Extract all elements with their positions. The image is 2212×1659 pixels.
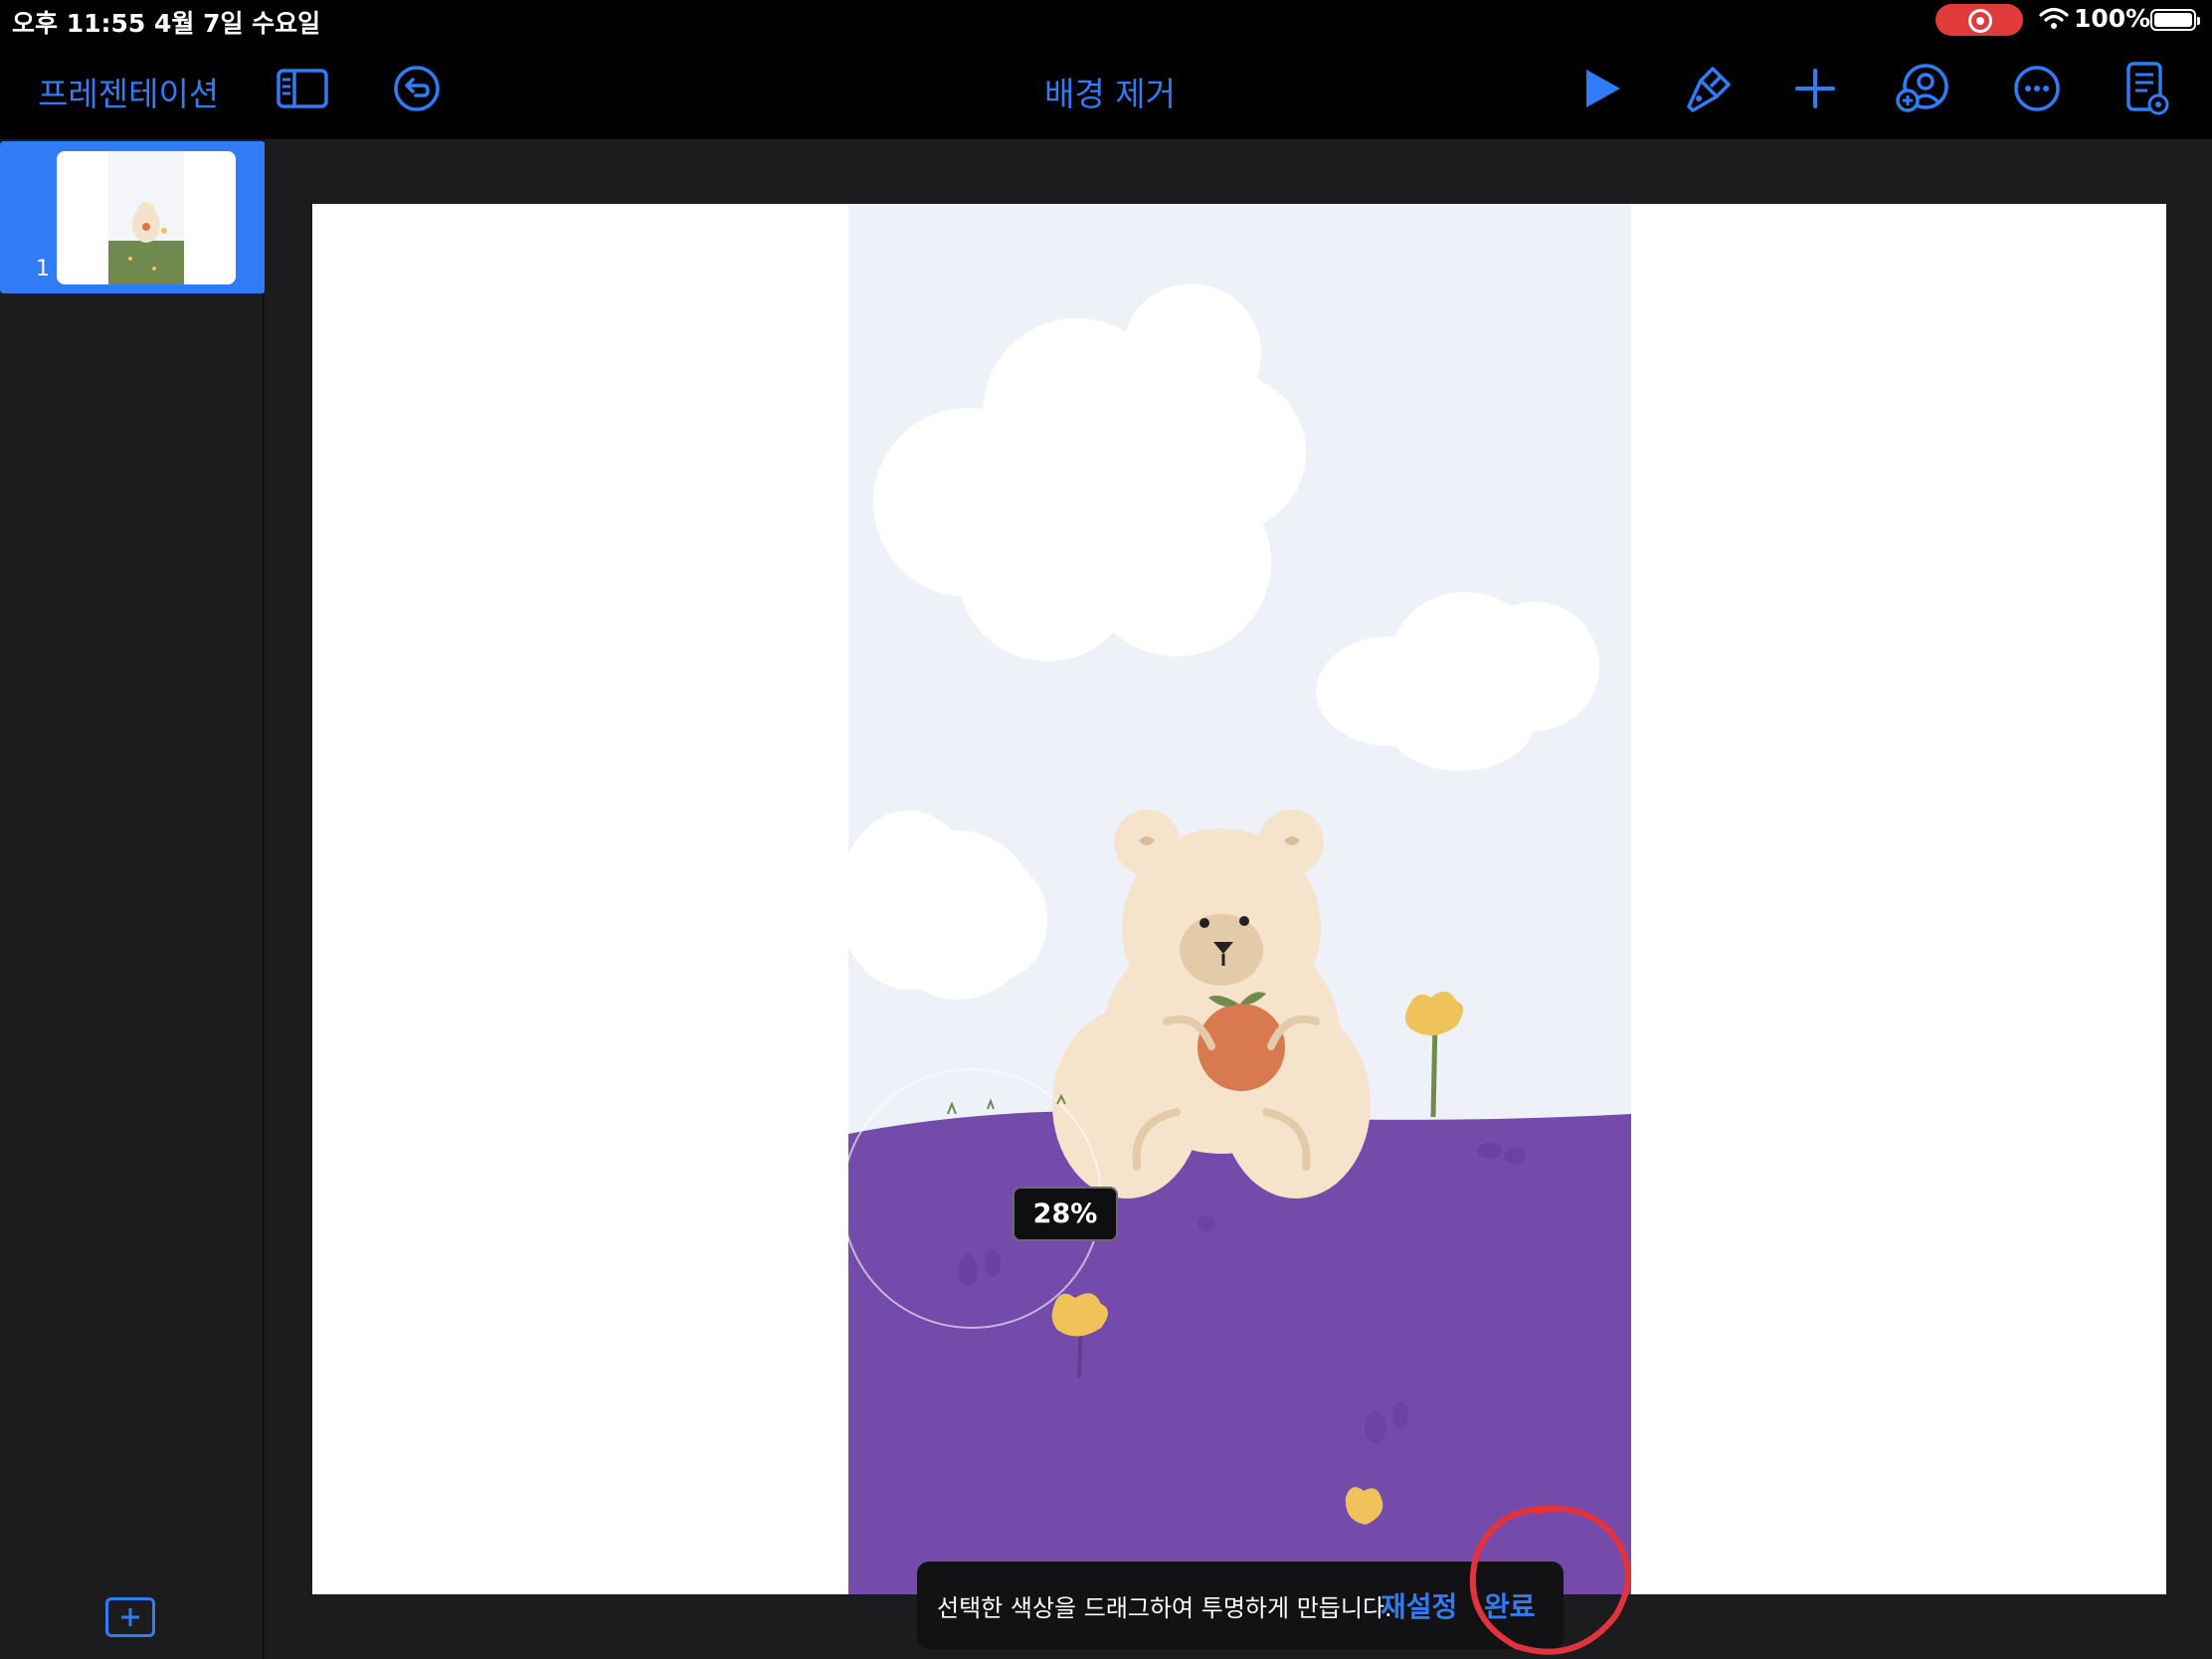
- format-brush-icon: [1687, 67, 1731, 112]
- undo-button[interactable]: [386, 58, 448, 119]
- add-button[interactable]: [1784, 58, 1846, 119]
- done-button[interactable]: 완료: [1484, 1585, 1536, 1625]
- page-title: 배경 제거: [1044, 75, 1176, 113]
- bear-picture[interactable]: [848, 204, 1631, 1594]
- slide-number: 1: [36, 257, 50, 281]
- instant-alpha-hint-bar: 선택한 색상을 드래그하여 투명하게 만듭니다. 재설정 완료: [917, 1562, 1564, 1649]
- purple-ground: [848, 1110, 1631, 1594]
- battery-icon: [2150, 9, 2200, 31]
- slide-thumbnail[interactable]: [57, 151, 236, 284]
- slide-navigator: 1: [0, 139, 266, 1659]
- toolbar: 프레젠테이션 배경 제거: [0, 38, 2212, 139]
- more-icon: [2014, 66, 2060, 111]
- tolerance-percent-badge: 28%: [1013, 1187, 1118, 1241]
- sidebar-toggle-icon: [276, 69, 328, 108]
- screen-recording-indicator[interactable]: [1936, 4, 2023, 36]
- picture-illustration: [848, 204, 1631, 1594]
- document-options-icon: [2126, 62, 2169, 115]
- add-slide-button[interactable]: [105, 1597, 155, 1637]
- plus-icon: [121, 1608, 139, 1626]
- collaborate-button[interactable]: [1893, 58, 1954, 119]
- battery-percent: 100%: [2074, 4, 2151, 33]
- more-button[interactable]: [2006, 58, 2068, 119]
- wifi-icon: [2039, 7, 2069, 29]
- status-bar: 오후 11:55 4월 7일 수요일 100%: [0, 0, 2212, 38]
- undo-icon: [394, 66, 440, 111]
- play-icon: [1586, 70, 1620, 107]
- play-button[interactable]: [1571, 58, 1633, 119]
- sidebar-toggle-button[interactable]: [272, 58, 333, 119]
- record-icon: [1968, 9, 1992, 33]
- add-icon: [1795, 69, 1835, 108]
- slide-thumbnail-selected[interactable]: 1: [0, 141, 266, 293]
- reset-button[interactable]: 재설정: [1381, 1585, 1457, 1625]
- format-button[interactable]: [1678, 58, 1740, 119]
- thumbnail-image: [108, 151, 184, 284]
- collaborate-icon: [1896, 64, 1948, 112]
- status-time-date: 오후 11:55 4월 7일 수요일: [12, 9, 321, 38]
- presentations-back-button[interactable]: 프레젠테이션: [38, 68, 219, 115]
- document-options-button[interactable]: [2117, 58, 2178, 119]
- hint-message: 선택한 색상을 드래그하여 투명하게 만듭니다.: [937, 1594, 1392, 1622]
